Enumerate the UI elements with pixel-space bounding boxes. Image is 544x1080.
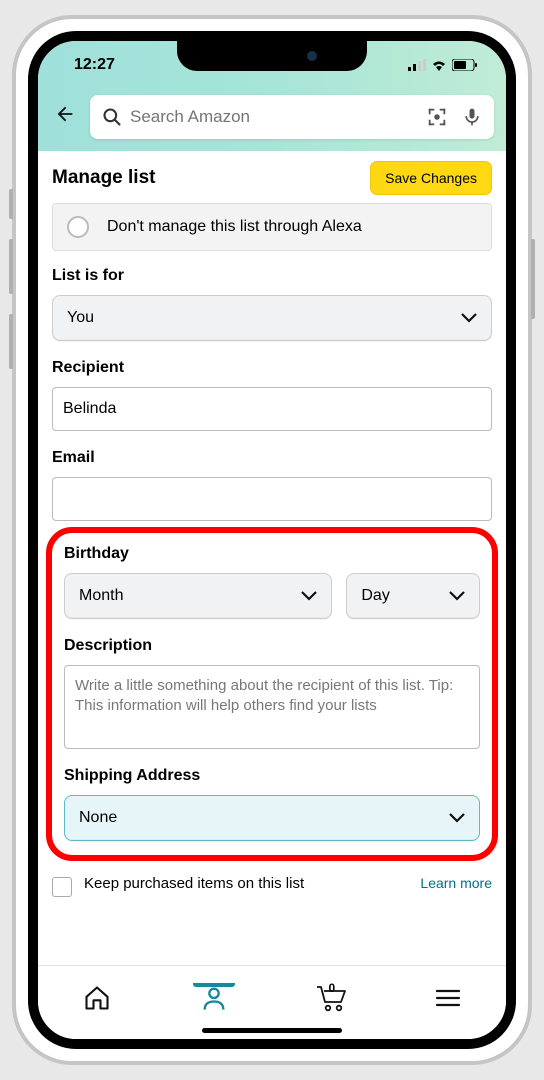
keep-items-label: Keep purchased items on this list	[84, 875, 408, 892]
description-label: Description	[64, 637, 480, 655]
radio-unchecked-icon[interactable]	[67, 216, 89, 238]
birthday-day-select[interactable]: Day	[346, 573, 480, 619]
active-tab-indicator	[193, 983, 235, 987]
search-header	[38, 89, 506, 151]
profile-icon	[200, 984, 228, 1012]
alexa-label: Don't manage this list through Alexa	[107, 218, 362, 236]
list-for-value: You	[67, 309, 94, 327]
status-time: 12:27	[74, 56, 115, 74]
cart-count: 0	[328, 981, 335, 995]
mic-icon[interactable]	[462, 106, 482, 128]
battery-icon	[452, 59, 478, 71]
wifi-icon	[431, 59, 447, 71]
keep-items-checkbox[interactable]	[52, 877, 72, 897]
nav-menu[interactable]	[428, 988, 468, 1008]
email-input[interactable]	[52, 477, 492, 521]
birthday-label: Birthday	[64, 545, 480, 563]
birthday-month-select[interactable]: Month	[64, 573, 332, 619]
home-icon	[83, 984, 111, 1012]
nav-cart[interactable]: 0	[311, 983, 351, 1013]
page-title: Manage list	[52, 167, 155, 189]
shipping-address-select[interactable]: None	[64, 795, 480, 841]
search-input[interactable]	[130, 107, 426, 127]
highlighted-section: Birthday Month Day Description Write a l…	[46, 527, 498, 861]
content: Manage list Save Changes Don't manage th…	[38, 151, 506, 897]
chevron-down-icon	[301, 591, 317, 601]
save-changes-button[interactable]: Save Changes	[370, 161, 492, 195]
phone-notch	[177, 41, 367, 71]
shipping-label: Shipping Address	[64, 767, 480, 785]
chevron-down-icon	[449, 591, 465, 601]
chevron-down-icon	[461, 313, 477, 323]
description-textarea[interactable]: Write a little something about the recip…	[64, 665, 480, 749]
chevron-down-icon	[449, 813, 465, 823]
birthday-month-value: Month	[79, 587, 123, 605]
status-icons	[408, 59, 478, 71]
keep-items-row: Keep purchased items on this list Learn …	[38, 869, 506, 897]
email-label: Email	[52, 449, 492, 467]
list-for-select[interactable]: You	[52, 295, 492, 341]
learn-more-link[interactable]: Learn more	[420, 875, 492, 891]
recipient-label: Recipient	[52, 359, 492, 377]
shipping-value: None	[79, 809, 117, 827]
back-button[interactable]	[50, 103, 80, 132]
home-indicator[interactable]	[202, 1028, 342, 1033]
nav-home[interactable]	[77, 984, 117, 1012]
recipient-input[interactable]	[52, 387, 492, 431]
lens-icon[interactable]	[426, 106, 448, 128]
nav-profile[interactable]	[194, 984, 234, 1012]
signal-icon	[408, 59, 426, 71]
birthday-day-value: Day	[361, 587, 389, 605]
hamburger-icon	[435, 988, 461, 1008]
search-icon	[102, 107, 122, 127]
list-for-label: List is for	[52, 267, 492, 285]
search-box[interactable]	[90, 95, 494, 139]
alexa-option[interactable]: Don't manage this list through Alexa	[52, 203, 492, 251]
